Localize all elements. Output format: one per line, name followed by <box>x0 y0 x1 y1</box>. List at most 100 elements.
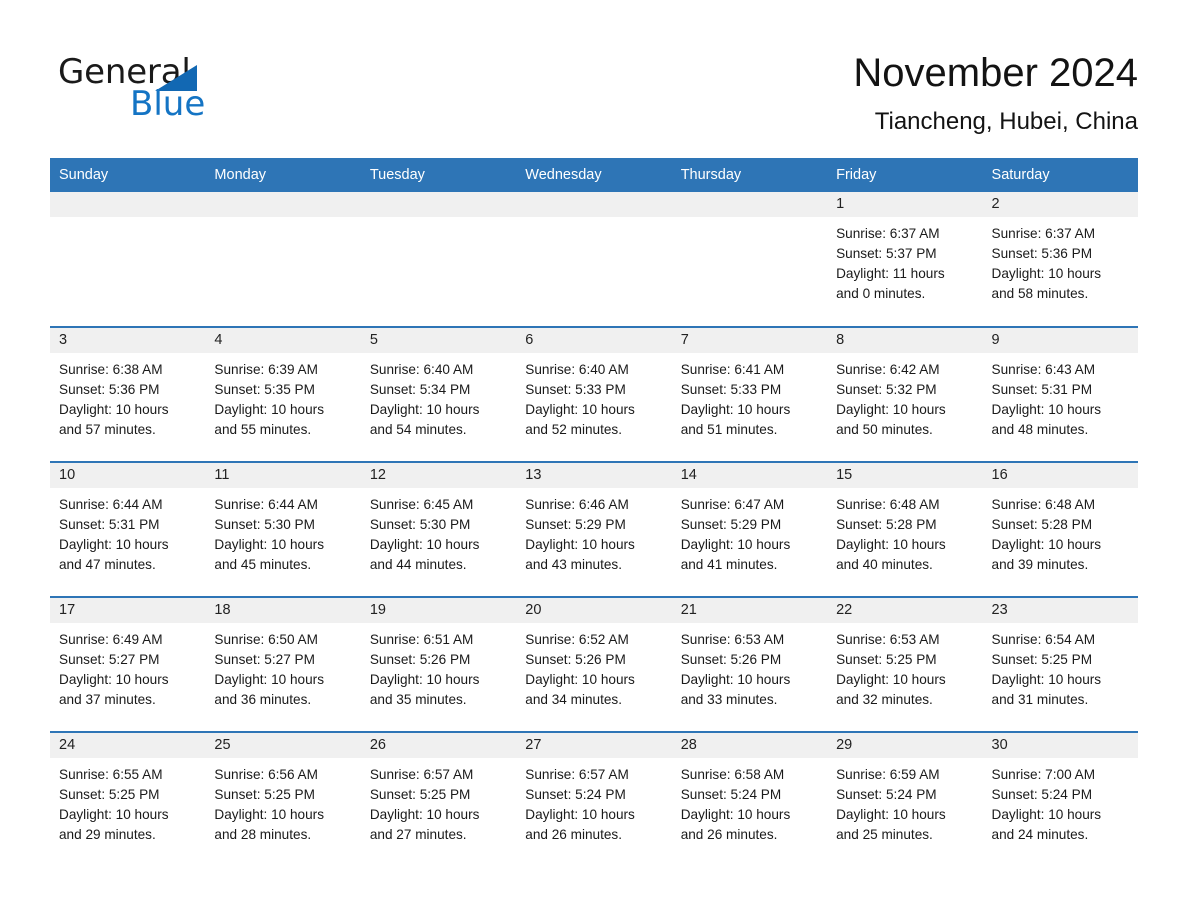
calendar-day-cell[interactable]: 12 Sunrise: 6:45 AM Sunset: 5:30 PM Dayligh… <box>360 461 517 597</box>
daylight-text-line2: and 34 minutes. <box>525 692 622 707</box>
calendar-day-cell[interactable]: 9 Sunrise: 6:43 AM Sunset: 5:31 PM Daylight… <box>982 326 1138 462</box>
daylight-text-line1: Daylight: 10 hours <box>369 672 480 687</box>
calendar-day-cell[interactable]: 27 Sunrise: 6:57 AM Sunset: 5:24 PM Dayligh… <box>516 731 672 867</box>
day-number-band: 10 <box>50 463 206 488</box>
calendar-day-cell[interactable]: 25 Sunrise: 6:56 AM Sunset: 5:25 PM Dayligh… <box>205 731 361 867</box>
calendar-day-cell[interactable]: 14 Sunrise: 6:47 AM Sunset: 5:29 PM Dayligh… <box>671 461 828 597</box>
daylight-text-line2: and 44 minutes. <box>369 557 467 572</box>
daylight-text-line2: and 58 minutes. <box>991 286 1089 301</box>
sunset-text: Sunset: 5:36 PM <box>59 382 160 397</box>
page-title: November 2024 <box>853 51 1138 95</box>
daylight-text-line2: and 27 minutes. <box>369 827 467 842</box>
calendar-header-row: Sunday Monday Tuesday Wednesday Thursday… <box>50 158 1138 192</box>
day-details: Sunrise: 6:37 AM Sunset: 5:36 PM Daylight:… <box>983 217 1138 304</box>
daylight-text-line2: and 47 minutes. <box>59 557 156 572</box>
day-number: 2 <box>991 196 1000 212</box>
day-number-band: 6 <box>516 328 672 353</box>
sunset-text: Sunset: 5:30 PM <box>214 517 315 532</box>
calendar-day-cell[interactable]: 5 Sunrise: 6:40 AM Sunset: 5:34 PM Daylight… <box>360 326 517 462</box>
daylight-text-line1: Daylight: 10 hours <box>991 537 1102 552</box>
sunset-text: Sunset: 5:27 PM <box>59 652 160 667</box>
general-blue-logo[interactable]: General Blue <box>58 52 358 132</box>
calendar-day-cell[interactable]: 29 Sunrise: 6:59 AM Sunset: 5:24 PM Dayligh… <box>827 731 983 867</box>
sunset-text: Sunset: 5:29 PM <box>680 517 782 532</box>
calendar-day-cell[interactable]: 8 Sunrise: 6:42 AM Sunset: 5:32 PM Daylight… <box>827 326 983 462</box>
daylight-text-line1: Daylight: 10 hours <box>59 537 169 552</box>
calendar-day-cell[interactable]: 24 Sunrise: 6:55 AM Sunset: 5:25 PM Dayligh… <box>50 731 206 867</box>
sunrise-text: Sunrise: 6:57 AM <box>525 767 629 782</box>
day-number-band <box>50 192 206 217</box>
calendar-day-cell[interactable]: 28 Sunrise: 6:58 AM Sunset: 5:24 PM Dayligh… <box>671 731 828 867</box>
calendar-day-cell[interactable]: 18 Sunrise: 6:50 AM Sunset: 5:27 PM Dayligh… <box>205 596 361 732</box>
calendar-day-cell[interactable]: 2 Sunrise: 6:37 AM Sunset: 5:36 PM Daylight… <box>982 192 1138 327</box>
calendar-day-cell[interactable]: 23 Sunrise: 6:54 AM Sunset: 5:25 PM Dayligh… <box>982 596 1138 732</box>
daylight-text-line1: Daylight: 10 hours <box>214 537 324 552</box>
calendar-day-cell[interactable]: 7 Sunrise: 6:41 AM Sunset: 5:33 PM Daylight… <box>671 326 828 462</box>
sunrise-text: Sunrise: 6:48 AM <box>836 497 940 512</box>
daylight-text-line2: and 36 minutes. <box>214 692 312 707</box>
calendar-week-row: 24 Sunrise: 6:55 AM Sunset: 5:25 PM Dayligh… <box>50 731 1138 867</box>
daylight-text-line1: Daylight: 10 hours <box>991 266 1102 281</box>
sunset-text: Sunset: 5:24 PM <box>836 787 937 802</box>
day-number-band: 27 <box>516 733 672 758</box>
day-number: 10 <box>59 467 76 483</box>
daylight-text-line1: Daylight: 10 hours <box>59 807 169 822</box>
day-details: Sunrise: 6:50 AM Sunset: 5:27 PM Daylight:… <box>205 623 360 710</box>
day-number-band: 30 <box>982 733 1138 758</box>
calendar-day-cell[interactable]: 11 Sunrise: 6:44 AM Sunset: 5:30 PM Dayligh… <box>205 461 361 597</box>
calendar-day-cell[interactable]: 15 Sunrise: 6:48 AM Sunset: 5:28 PM Dayligh… <box>827 461 983 597</box>
calendar-day-cell[interactable]: 30 Sunrise: 7:00 AM Sunset: 5:24 PM Dayligh… <box>982 731 1138 867</box>
day-number: 22 <box>836 602 853 618</box>
day-number: 1 <box>836 196 845 212</box>
day-details: Sunrise: 6:59 AM Sunset: 5:24 PM Daylight:… <box>827 758 982 845</box>
day-number-band <box>671 192 828 217</box>
calendar-day-cell[interactable]: 4 Sunrise: 6:39 AM Sunset: 5:35 PM Daylight… <box>205 326 361 462</box>
sunset-text: Sunset: 5:26 PM <box>525 652 626 667</box>
day-number: 13 <box>525 467 542 483</box>
calendar-day-cell[interactable]: 13 Sunrise: 6:46 AM Sunset: 5:29 PM Dayligh… <box>516 461 672 597</box>
daylight-text-line1: Daylight: 10 hours <box>369 807 480 822</box>
day-number: 6 <box>525 332 534 348</box>
day-number: 5 <box>369 332 378 348</box>
sunrise-text: Sunrise: 6:57 AM <box>369 767 474 782</box>
calendar-day-cell[interactable]: 1 Sunrise: 6:37 AM Sunset: 5:37 PM Daylight… <box>827 192 983 327</box>
calendar-day-cell[interactable]: 3 Sunrise: 6:38 AM Sunset: 5:36 PM Daylight… <box>50 326 206 462</box>
sunset-text: Sunset: 5:25 PM <box>991 652 1093 667</box>
day-number-band: 21 <box>671 598 828 623</box>
calendar-day-cell[interactable]: 20 Sunrise: 6:52 AM Sunset: 5:26 PM Dayligh… <box>516 596 672 732</box>
day-details: Sunrise: 6:40 AM Sunset: 5:33 PM Daylight:… <box>516 353 671 440</box>
daylight-text-line2: and 52 minutes. <box>525 422 622 437</box>
calendar-day-cell[interactable]: 16 Sunrise: 6:48 AM Sunset: 5:28 PM Dayligh… <box>982 461 1138 597</box>
calendar-cell-empty <box>671 192 828 327</box>
sunrise-text: Sunrise: 6:51 AM <box>369 632 474 647</box>
sunset-text: Sunset: 5:25 PM <box>836 652 937 667</box>
sunset-text: Sunset: 5:25 PM <box>59 787 160 802</box>
day-details: Sunrise: 6:54 AM Sunset: 5:25 PM Daylight:… <box>983 623 1138 710</box>
day-number: 28 <box>680 737 697 753</box>
sunrise-text: Sunrise: 6:44 AM <box>59 497 163 512</box>
sunrise-text: Sunrise: 6:50 AM <box>214 632 318 647</box>
day-number-band: 24 <box>50 733 206 758</box>
day-number-band: 15 <box>827 463 983 488</box>
sunrise-text: Sunrise: 6:56 AM <box>214 767 318 782</box>
calendar-day-cell[interactable]: 6 Sunrise: 6:40 AM Sunset: 5:33 PM Daylight… <box>516 326 672 462</box>
day-number-band <box>205 192 361 217</box>
sunset-text: Sunset: 5:28 PM <box>836 517 937 532</box>
sunset-text: Sunset: 5:26 PM <box>369 652 471 667</box>
sunrise-text: Sunrise: 6:59 AM <box>836 767 940 782</box>
calendar-day-cell[interactable]: 19 Sunrise: 6:51 AM Sunset: 5:26 PM Dayligh… <box>360 596 517 732</box>
calendar-day-cell[interactable]: 17 Sunrise: 6:49 AM Sunset: 5:27 PM Dayligh… <box>50 596 206 732</box>
calendar-day-cell[interactable]: 22 Sunrise: 6:53 AM Sunset: 5:25 PM Dayligh… <box>827 596 983 732</box>
day-number-band: 19 <box>360 598 517 623</box>
day-number: 19 <box>369 602 386 618</box>
daylight-text-line1: Daylight: 10 hours <box>991 807 1102 822</box>
day-number-band: 25 <box>205 733 361 758</box>
day-number-band: 26 <box>360 733 517 758</box>
day-number-band: 22 <box>827 598 983 623</box>
calendar-day-cell[interactable]: 10 Sunrise: 6:44 AM Sunset: 5:31 PM Dayligh… <box>50 461 206 597</box>
calendar-day-cell[interactable]: 26 Sunrise: 6:57 AM Sunset: 5:25 PM Dayligh… <box>360 731 517 867</box>
sunset-text: Sunset: 5:29 PM <box>525 517 626 532</box>
calendar-day-cell[interactable]: 21 Sunrise: 6:53 AM Sunset: 5:26 PM Dayligh… <box>671 596 828 732</box>
sunset-text: Sunset: 5:33 PM <box>680 382 782 397</box>
day-number: 27 <box>525 737 542 753</box>
